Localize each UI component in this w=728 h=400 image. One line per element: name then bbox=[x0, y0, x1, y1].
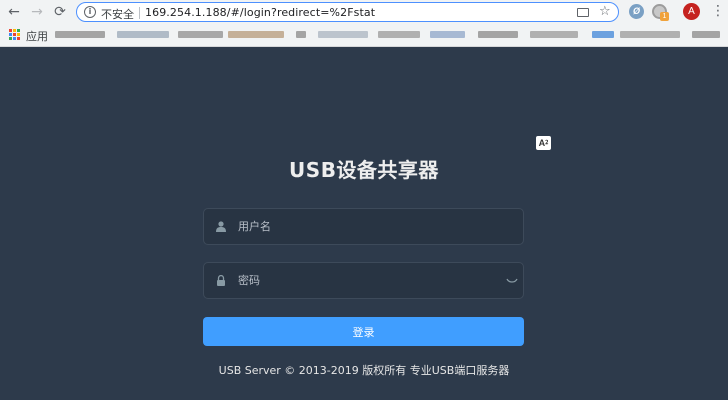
username-input[interactable] bbox=[238, 209, 498, 244]
bookmark-item[interactable] bbox=[592, 31, 614, 38]
menu-icon[interactable]: ⋮ bbox=[711, 3, 725, 19]
bookmark-item[interactable] bbox=[296, 31, 306, 38]
password-field[interactable] bbox=[203, 262, 524, 299]
info-icon[interactable]: i bbox=[84, 6, 96, 18]
apps-icon[interactable] bbox=[9, 29, 20, 40]
extension-icon[interactable]: Ø bbox=[629, 4, 644, 19]
address-bar[interactable]: i 不安全 169.254.1.188/#/login?redirect=%2F… bbox=[76, 2, 619, 22]
bookmark-item[interactable] bbox=[378, 31, 420, 38]
bookmark-item[interactable] bbox=[620, 31, 680, 38]
profile-avatar[interactable]: A bbox=[683, 3, 700, 20]
eye-closed-icon[interactable] bbox=[506, 277, 518, 285]
translate-icon[interactable]: A⁲ bbox=[536, 136, 551, 150]
bookmark-item[interactable] bbox=[178, 31, 223, 38]
user-icon bbox=[216, 221, 226, 232]
footer-copyright: USB Server © 2013-2019 版权所有 专业USB端口服务器 bbox=[218, 364, 510, 377]
address-divider bbox=[139, 7, 140, 19]
forward-icon[interactable]: → bbox=[28, 3, 46, 21]
bookmark-item[interactable] bbox=[478, 31, 518, 38]
security-label[interactable]: 不安全 bbox=[101, 6, 134, 22]
login-page: A⁲ USB设备共享器 登录 USB Server © 2013-2019 版权… bbox=[0, 47, 728, 400]
browser-chrome: ← → ⟳ i 不安全 169.254.1.188/#/login?redire… bbox=[0, 0, 728, 47]
bookmark-item[interactable] bbox=[318, 31, 368, 38]
url-text[interactable]: 169.254.1.188/#/login?redirect=%2Fstat bbox=[145, 6, 375, 19]
bookmark-item[interactable] bbox=[55, 31, 105, 38]
lock-icon bbox=[217, 275, 225, 286]
bookmark-item[interactable] bbox=[117, 31, 169, 38]
bookmarks-bar: 应用 bbox=[0, 25, 728, 45]
bookmark-item[interactable] bbox=[692, 31, 720, 38]
bookmark-item[interactable] bbox=[530, 31, 578, 38]
bookmark-item[interactable] bbox=[228, 31, 284, 38]
reload-icon[interactable]: ⟳ bbox=[51, 3, 69, 21]
page-title: USB设备共享器 bbox=[289, 158, 439, 182]
cast-icon[interactable] bbox=[577, 8, 589, 17]
bookmark-item[interactable] bbox=[430, 31, 465, 38]
star-icon[interactable]: ☆ bbox=[599, 4, 611, 19]
extension-badge: 1 bbox=[660, 12, 669, 21]
browser-toolbar: ← → ⟳ i 不安全 169.254.1.188/#/login?redire… bbox=[0, 0, 728, 24]
login-button[interactable]: 登录 bbox=[203, 317, 524, 346]
username-field[interactable] bbox=[203, 208, 524, 245]
back-icon[interactable]: ← bbox=[5, 3, 23, 21]
apps-label[interactable]: 应用 bbox=[26, 28, 48, 44]
password-input[interactable] bbox=[238, 263, 498, 298]
